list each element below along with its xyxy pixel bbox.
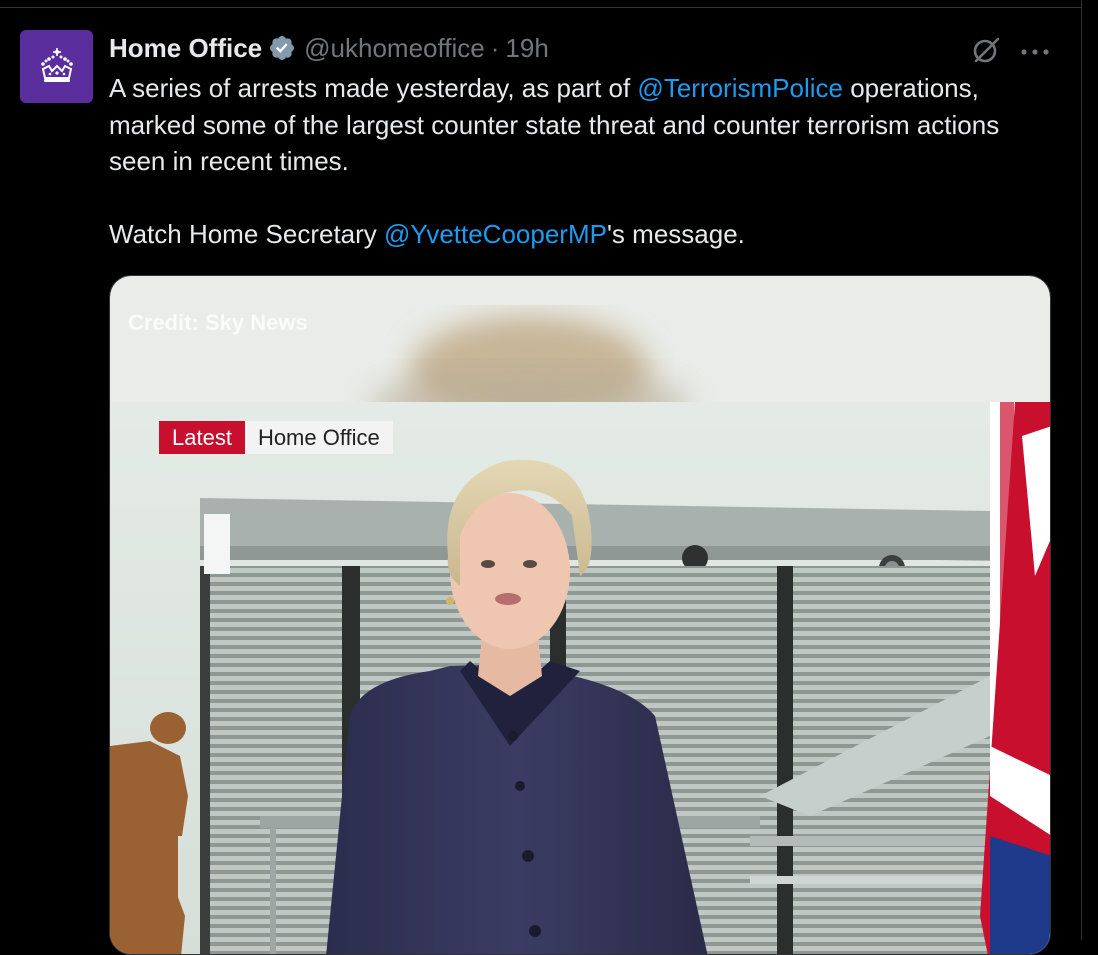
verified-badge-icon xyxy=(268,34,296,62)
news-banner-source: Home Office xyxy=(244,421,393,454)
tweet-header: Home Office @ukhomeoffice · 19h xyxy=(109,31,549,65)
video-credit: Credit: Sky News xyxy=(128,310,308,335)
tweet-text: A series of arrests made yesterday, as p… xyxy=(109,70,1059,253)
news-banner: Latest Home Office xyxy=(159,421,393,454)
timestamp[interactable]: 19h xyxy=(505,33,548,64)
tweet-paragraph-1: A series of arrests made yesterday, as p… xyxy=(109,70,1059,180)
mention-terrorismpolice[interactable]: @TerrorismPolice xyxy=(637,73,843,103)
handle[interactable]: @ukhomeoffice xyxy=(304,33,485,64)
more-icon[interactable] xyxy=(1020,44,1050,55)
tweet-text-part: A series of arrests made yesterday, as p… xyxy=(109,73,638,103)
grok-icon[interactable] xyxy=(970,34,1002,66)
column-divider xyxy=(1081,0,1082,940)
tweet-text-part: 's message. xyxy=(606,219,745,249)
crown-logo-icon xyxy=(40,47,73,82)
avatar[interactable] xyxy=(20,30,93,103)
mention-yvettecoopermp[interactable]: @YvetteCooperMP xyxy=(384,219,607,249)
display-name[interactable]: Home Office xyxy=(109,33,262,64)
separator: · xyxy=(490,32,500,63)
tweet-paragraph-2: Watch Home Secretary @YvetteCooperMP's m… xyxy=(109,216,1059,253)
video-player[interactable]: Credit: Sky News Latest Home Office xyxy=(109,275,1051,955)
tweet-text-part: Watch Home Secretary xyxy=(109,219,385,249)
video-frame xyxy=(110,276,1050,954)
news-banner-latest: Latest xyxy=(159,421,245,454)
top-divider xyxy=(0,0,1082,8)
